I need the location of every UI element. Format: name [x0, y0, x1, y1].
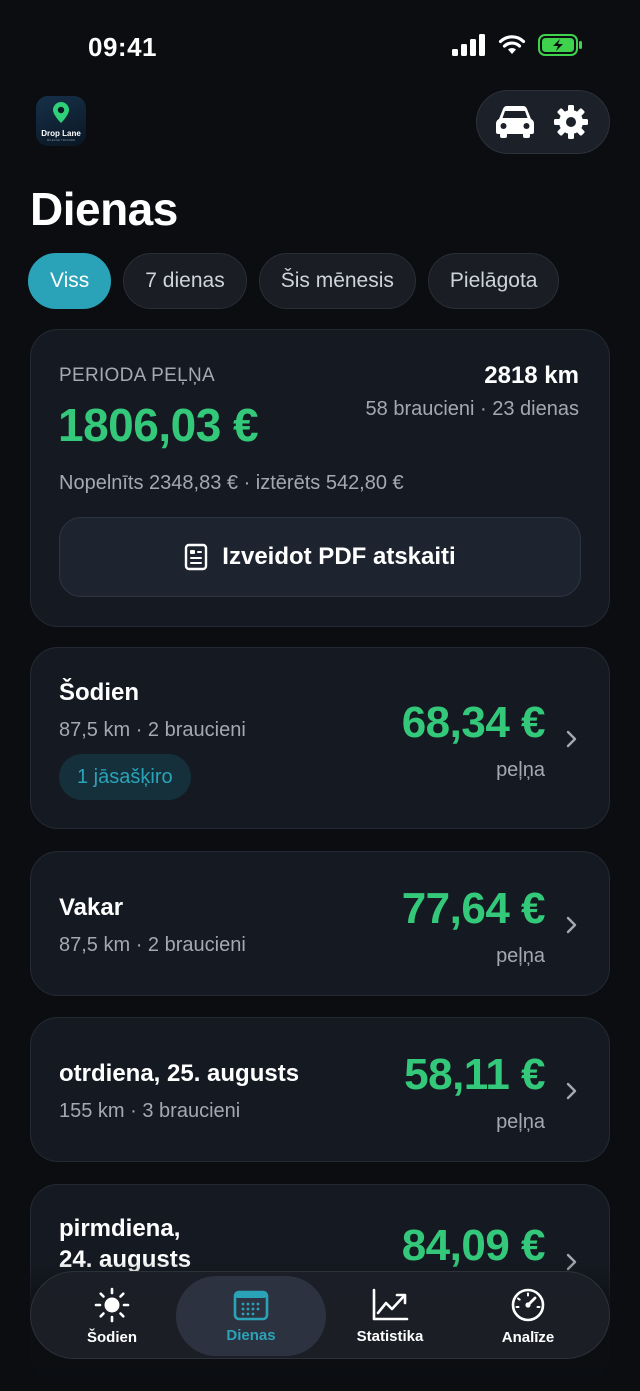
- car-icon: [496, 106, 534, 138]
- nav-tab-analysis[interactable]: Analīze: [453, 1276, 603, 1356]
- day-card-yesterday[interactable]: Vakar 87,5 km · 2 braucieni 77,64 € peļņ…: [30, 851, 610, 996]
- nav-tab-label: Dienas: [226, 1326, 276, 1344]
- battery-charging-icon: [538, 34, 582, 56]
- period-summary-card: PERIODA PEĻŅA 1806,03 € 2818 km 58 brauc…: [30, 329, 610, 627]
- nav-tab-label: Analīze: [501, 1328, 555, 1346]
- app-logo: Drop Lane MILEAGE TRACKER: [36, 96, 86, 146]
- unsorted-trips-badge[interactable]: 1 jāsašķiro: [59, 754, 191, 800]
- logo-name: Drop Lane: [41, 129, 81, 138]
- period-profit-amount: 1806,03 €: [58, 399, 259, 451]
- tab-7-days[interactable]: 7 dienas: [123, 253, 247, 309]
- day-profit-caption: peļņa: [496, 945, 545, 967]
- chevron-right-icon: [566, 1082, 577, 1100]
- nav-tab-label: Statistika: [356, 1327, 424, 1345]
- day-title: Vakar: [59, 894, 124, 921]
- day-distance-trips: 87,5 km · 2 braucieni: [59, 934, 246, 956]
- vehicle-button[interactable]: [491, 98, 539, 146]
- settings-button[interactable]: [547, 98, 595, 146]
- period-trips-days: 58 braucieni · 23 dienas: [365, 398, 579, 420]
- cellular-signal-icon: [452, 34, 485, 56]
- day-title: otrdiena, 25. augusts: [59, 1060, 300, 1087]
- calendar-icon: [233, 1290, 269, 1320]
- day-distance-trips: 87,5 km · 2 braucieni: [59, 719, 246, 741]
- chart-line-icon: [372, 1288, 409, 1320]
- speedometer-icon: [511, 1288, 545, 1321]
- day-profit-caption: peļņa: [496, 1111, 545, 1133]
- status-bar: 09:41: [0, 0, 640, 90]
- chevron-right-icon: [566, 730, 577, 748]
- period-profit-label: PERIODA PEĻŅA: [59, 365, 215, 386]
- day-title: Šodien: [59, 679, 140, 706]
- nav-tab-label: Šodien: [86, 1328, 137, 1346]
- day-card-tuesday-25-august[interactable]: otrdiena, 25. augusts 155 km · 3 braucie…: [30, 1017, 610, 1162]
- tab-all[interactable]: Viss: [28, 253, 112, 309]
- create-pdf-report-button[interactable]: Izveidot PDF atskaiti: [59, 517, 581, 597]
- nav-tab-days[interactable]: Dienas: [176, 1276, 326, 1356]
- period-distance: 2818 km: [484, 362, 579, 389]
- nav-tab-statistics[interactable]: Statistika: [315, 1276, 465, 1356]
- chevron-right-icon: [566, 916, 577, 934]
- sun-icon: [94, 1287, 130, 1322]
- tab-custom[interactable]: Pielāgota: [427, 253, 560, 309]
- day-profit-amount: 68,34 €: [401, 698, 546, 747]
- page-title: Dienas: [30, 183, 178, 235]
- create-pdf-report-label: Izveidot PDF atskaiti: [222, 543, 456, 570]
- status-time: 09:41: [88, 32, 157, 62]
- header-actions: [476, 90, 610, 154]
- day-title-line1: pirmdiena,: [59, 1215, 181, 1242]
- day-profit-amount: 77,64 €: [401, 884, 546, 933]
- status-icons: [452, 34, 584, 56]
- document-report-icon: [185, 543, 208, 571]
- logo-tagline: MILEAGE TRACKER: [46, 138, 76, 142]
- bottom-tab-bar: Šodien Dienas Statistika Analīze: [30, 1271, 610, 1359]
- day-distance-trips: 155 km · 3 braucieni: [59, 1100, 241, 1122]
- day-card-today[interactable]: Šodien 87,5 km · 2 braucieni 1 jāsašķiro…: [30, 647, 610, 829]
- period-filter-tabs: Viss 7 dienas Šis mēnesis Pielāgota: [28, 253, 560, 309]
- location-pin-icon: [53, 102, 69, 123]
- day-profit-caption: peļņa: [496, 759, 545, 781]
- wifi-icon: [498, 35, 526, 54]
- tab-this-month[interactable]: Šis mēnesis: [258, 253, 416, 309]
- period-earned-spent: Nopelnīts 2348,83 € · iztērēts 542,80 €: [59, 472, 404, 494]
- nav-tab-today[interactable]: Šodien: [37, 1276, 187, 1356]
- gear-icon: [554, 105, 588, 139]
- day-profit-amount: 58,11 €: [404, 1050, 545, 1099]
